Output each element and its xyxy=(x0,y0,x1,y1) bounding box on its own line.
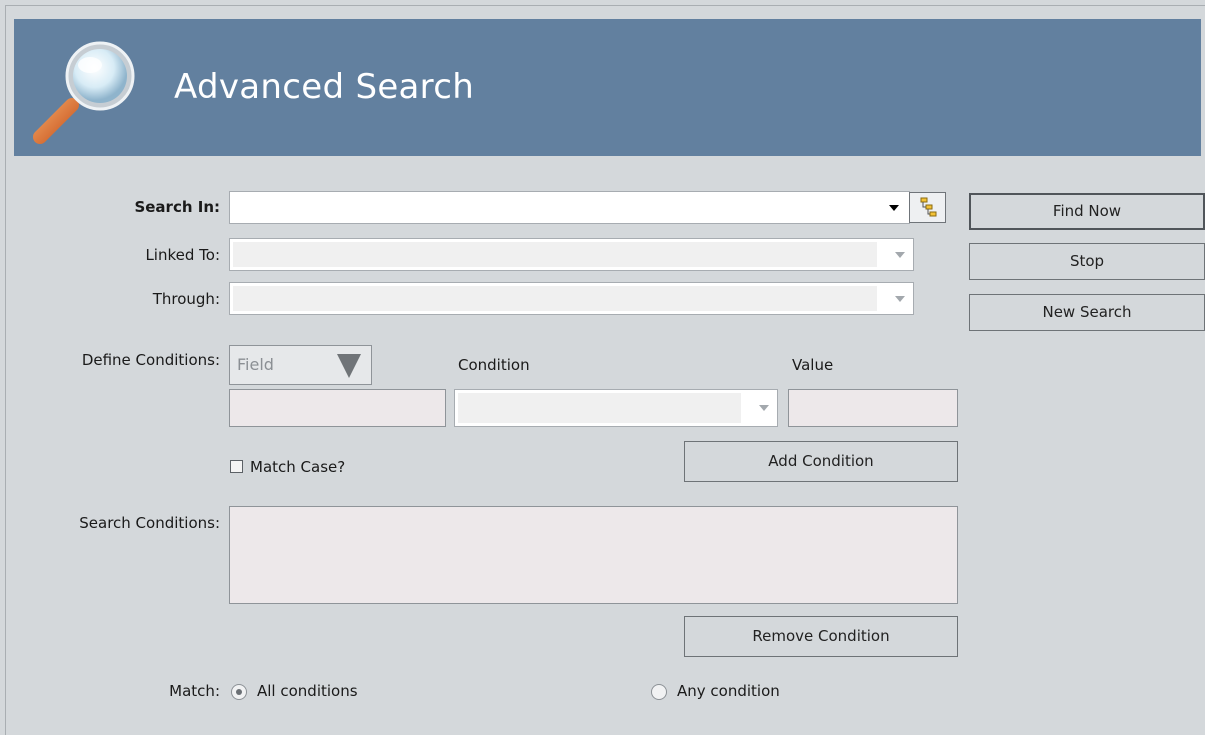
any-condition-label: Any condition xyxy=(677,682,780,700)
stop-button[interactable]: Stop xyxy=(969,243,1205,280)
chevron-down-icon[interactable] xyxy=(759,405,769,411)
all-conditions-radio[interactable] xyxy=(231,684,247,700)
match-case-checkbox[interactable] xyxy=(230,460,243,473)
find-now-button[interactable]: Find Now xyxy=(969,193,1205,230)
field-input[interactable] xyxy=(229,389,446,427)
through-label: Through: xyxy=(152,290,220,308)
field-dropdown[interactable]: Field xyxy=(229,345,372,385)
tree-browse-icon xyxy=(920,197,937,217)
field-placeholder: Field xyxy=(237,355,274,374)
chevron-down-icon[interactable] xyxy=(889,205,899,211)
page-title: Advanced Search xyxy=(174,67,475,107)
all-conditions-label: All conditions xyxy=(257,682,358,700)
linked-to-label: Linked To: xyxy=(145,246,220,264)
search-conditions-label: Search Conditions: xyxy=(79,514,220,532)
define-conditions-label: Define Conditions: xyxy=(81,351,220,369)
magnifier-icon xyxy=(33,41,135,144)
header-banner: Advanced Search xyxy=(14,19,1201,156)
chevron-down-icon[interactable] xyxy=(895,296,905,302)
linked-to-combo[interactable] xyxy=(229,238,914,271)
match-label: Match: xyxy=(169,682,220,700)
through-combo[interactable] xyxy=(229,282,914,315)
new-search-button[interactable]: New Search xyxy=(969,294,1205,331)
match-case-label: Match Case? xyxy=(250,458,346,476)
value-input[interactable] xyxy=(788,389,958,427)
add-condition-button[interactable]: Add Condition xyxy=(684,441,958,482)
remove-condition-button[interactable]: Remove Condition xyxy=(684,616,958,657)
search-in-combo[interactable] xyxy=(229,191,910,224)
search-in-label: Search In: xyxy=(134,198,220,216)
condition-header: Condition xyxy=(458,356,530,374)
any-condition-radio[interactable] xyxy=(651,684,667,700)
chevron-down-icon[interactable] xyxy=(895,252,905,258)
search-conditions-list[interactable] xyxy=(229,506,958,604)
value-header: Value xyxy=(792,356,834,374)
chevron-down-icon[interactable] xyxy=(337,354,361,378)
browse-tree-button[interactable] xyxy=(909,192,946,223)
condition-combo[interactable] xyxy=(454,389,778,427)
